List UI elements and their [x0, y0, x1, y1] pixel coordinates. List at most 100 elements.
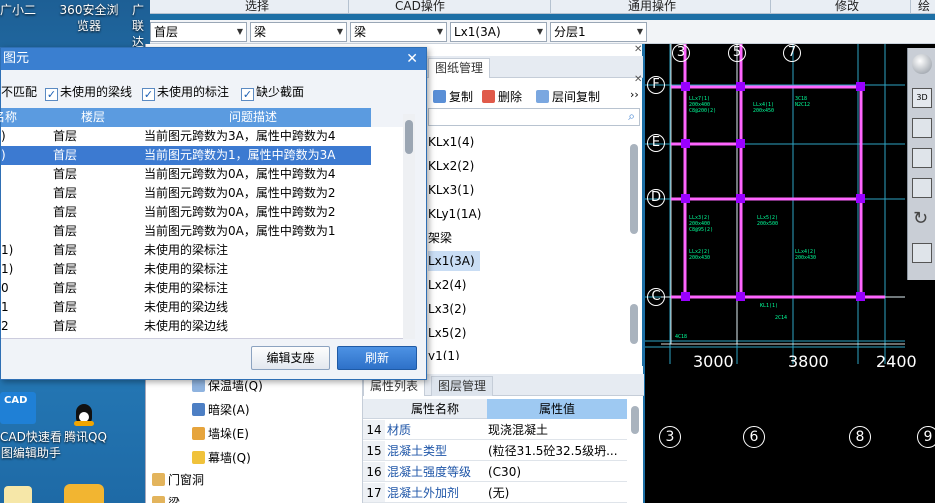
property-row[interactable]: 17 混凝土外加剂 (无)	[363, 483, 627, 503]
table-row[interactable]: 首层 当前图元跨数为0A，属性中跨数为1	[1, 222, 371, 241]
copy-button[interactable]: 复制	[433, 88, 473, 105]
property-scrollbar[interactable]	[631, 406, 639, 434]
table-row[interactable]: 1) 首层 未使用的梁标注	[1, 260, 371, 279]
list-item-selected[interactable]: Lx1(3A)	[428, 251, 480, 271]
close-icon[interactable]: ✕	[406, 48, 418, 70]
col-floor: 楼层	[81, 110, 106, 124]
table-scrollbar[interactable]	[403, 114, 415, 339]
scrollbar-thumb[interactable]	[405, 120, 413, 154]
cad-canvas[interactable]: LLx7(1) 200x400 C8@200(2) LLx4(1) 200x450 3…	[645, 44, 935, 503]
cad-viewer-label: CAD快速看 图编辑助手	[0, 430, 62, 460]
table-row[interactable]: 1) 首层 未使用的梁标注	[1, 241, 371, 260]
checkbox-unused-beam-line[interactable]: ✓ 未使用的梁线	[45, 83, 132, 101]
panel-close-icon[interactable]: ✕	[634, 44, 642, 55]
tree-group-beam[interactable]: 梁	[152, 493, 180, 503]
list-item[interactable]: KLx2(2)	[428, 156, 488, 176]
table-row[interactable]: 首层 当前图元跨数为0A，属性中跨数为4	[1, 165, 371, 184]
axis-bubble: C	[647, 288, 665, 306]
table-row[interactable]: 首层 当前图元跨数为0A，属性中跨数为2	[1, 203, 371, 222]
tab-drawing-management[interactable]: 图纸管理	[428, 58, 491, 78]
list-item[interactable]: Lx3(2)	[428, 299, 488, 319]
element-tree: 保温墙(Q) 暗梁(A) 墙垛(E) 幕墙(Q) 门窗洞 梁	[146, 360, 361, 503]
list-scrollbar[interactable]	[630, 144, 638, 234]
tree-item-hidden-beam[interactable]: 暗梁(A)	[192, 400, 250, 420]
floor-select[interactable]: 首层 ▼	[150, 22, 247, 42]
dimension-text: 2400	[876, 352, 917, 371]
list-item[interactable]: Lx5(2)	[428, 323, 488, 343]
pier-icon	[192, 427, 205, 440]
axis-bubble: 3	[659, 426, 681, 448]
element-select[interactable]: Lx1(3A) ▼	[450, 22, 547, 42]
cad-viewer-icon[interactable]: CAD	[0, 392, 36, 424]
menu-draw[interactable]: 绘	[918, 0, 930, 13]
svg-text:200x430: 200x430	[795, 255, 816, 261]
checkbox-unused-annotation[interactable]: ✓ 未使用的标注	[142, 83, 229, 101]
table-row[interactable]: ) 首层 当前图元跨数为3A，属性中跨数为4	[1, 127, 371, 146]
axis-bubble: 3	[672, 44, 690, 62]
more-button[interactable]: ››	[630, 88, 639, 101]
svg-text:200x500: 200x500	[757, 221, 778, 227]
plan-view-icon[interactable]	[912, 178, 932, 198]
property-header: 属性名称 属性值	[363, 399, 627, 419]
list-scrollbar-2[interactable]	[630, 304, 638, 344]
box-view-icon[interactable]	[912, 148, 932, 168]
axis-bubble: 8	[849, 426, 871, 448]
menu-common-ops[interactable]: 通用操作	[628, 0, 676, 13]
table-row-selected[interactable]: ) 首层 当前图元跨数为1，属性中跨数为3A	[1, 146, 371, 165]
rotate-icon[interactable]: ↻	[913, 208, 928, 229]
list-item[interactable]: 架梁	[428, 228, 488, 248]
svg-text:KL1(1): KL1(1)	[760, 303, 778, 309]
cube-view-icon[interactable]	[912, 118, 932, 138]
edit-support-button[interactable]: 编辑支座	[251, 346, 330, 370]
list-item[interactable]: y1(1)	[428, 346, 488, 360]
qq-penguin-icon[interactable]	[70, 404, 98, 428]
menu-select[interactable]: 选择	[245, 0, 269, 13]
axis-bubble: 6	[743, 426, 765, 448]
list-item[interactable]: KLx3(1)	[428, 180, 488, 200]
desktop-app-icon[interactable]	[4, 486, 32, 503]
list-item[interactable]: Lx2(4)	[428, 275, 488, 295]
3d-view-icon[interactable]: 3D	[912, 88, 932, 108]
table-row[interactable]: 2 首层 未使用的梁边线	[1, 317, 371, 336]
col-name: 名称	[0, 110, 18, 124]
table-row[interactable]: 0 首层 未使用的梁标注	[1, 279, 371, 298]
floor-copy-button[interactable]: 层间复制	[536, 88, 600, 105]
list-item[interactable]: KLx1(4)	[428, 132, 488, 152]
tab-layer-management[interactable]: 图层管理	[431, 376, 494, 396]
list-item[interactable]: KLy1(1A)	[428, 204, 488, 224]
axis-bubble: E	[647, 134, 665, 152]
tree-item-wall-pier[interactable]: 墙垛(E)	[192, 424, 249, 444]
cloud-app-icon[interactable]	[64, 484, 104, 503]
menu-cad-ops[interactable]: CAD操作	[395, 0, 445, 13]
desktop-label-2[interactable]: 360安全浏览器	[54, 2, 124, 34]
layer-select[interactable]: 分层1 ▼	[550, 22, 647, 42]
table-row[interactable]: 1 首层 未使用的梁边线	[1, 298, 371, 317]
floor-copy-icon	[536, 90, 549, 103]
property-row[interactable]: 15 混凝土类型 (粒径31.5砼32.5级坍...	[363, 441, 627, 461]
delete-button[interactable]: 删除	[482, 88, 522, 105]
prop-col-name: 属性名称	[411, 402, 460, 416]
tree-group-openings[interactable]: 门窗洞	[152, 470, 204, 490]
table-header: 名称 楼层 问题描述	[0, 108, 371, 127]
grid-view-icon[interactable]	[912, 243, 932, 263]
table-row[interactable]: 首层 当前图元跨数为0A，属性中跨数为2	[1, 184, 371, 203]
checkbox-checked-icon: ✓	[142, 88, 155, 101]
category-select[interactable]: 梁 ▼	[250, 22, 347, 42]
panel2-close-icon[interactable]: ✕	[634, 74, 642, 85]
checkbox-checked-icon: ✓	[45, 88, 58, 101]
checkbox-missing-section[interactable]: ✓ 缺少截面	[241, 83, 304, 101]
checkbox-mismatch[interactable]: 不匹配	[1, 83, 37, 100]
refresh-button[interactable]: 刷新	[337, 346, 417, 370]
type-select[interactable]: 梁 ▼	[350, 22, 447, 42]
view-toolbar: 3D ↻	[907, 48, 935, 280]
property-row[interactable]: 16 混凝土强度等级 (C30)	[363, 462, 627, 482]
search-input[interactable]: ⌕	[428, 108, 640, 126]
desktop-label-1[interactable]: 广小二	[0, 2, 36, 18]
delete-icon	[482, 90, 495, 103]
dimension-text: 3000	[693, 352, 734, 371]
tree-item-curtain-wall[interactable]: 幕墙(Q)	[192, 448, 251, 468]
property-row[interactable]: 14 材质 现浇混凝土	[363, 420, 627, 440]
menu-modify[interactable]: 修改	[835, 0, 859, 13]
copy-icon	[433, 90, 446, 103]
orbit-icon[interactable]	[912, 54, 932, 74]
